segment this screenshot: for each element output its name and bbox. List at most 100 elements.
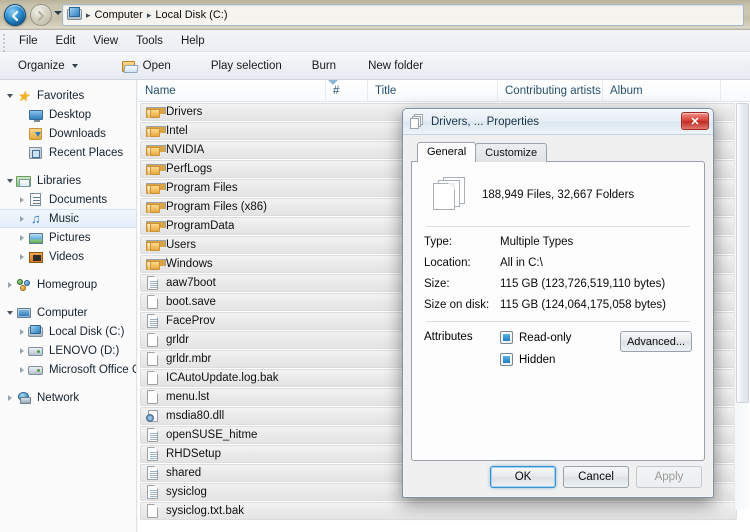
sidebar-item-microsoft-office-click[interactable]: Microsoft Office Clic (0, 360, 136, 379)
blank-file-icon (145, 370, 161, 386)
scrollbar-thumb[interactable] (736, 103, 749, 403)
expander-icon[interactable] (16, 366, 28, 373)
sidebar-item-label: Videos (49, 250, 84, 263)
ok-button[interactable]: OK (490, 466, 556, 488)
expander-icon[interactable] (16, 347, 28, 354)
dialog-title: Drivers, ... Properties (431, 115, 539, 128)
sidebar-group-label: Computer (37, 306, 88, 319)
new-folder-button[interactable]: New folder (360, 56, 431, 76)
play-selection-button[interactable]: Play selection (203, 56, 290, 76)
column-header-name[interactable]: Name (138, 80, 326, 102)
text-file-icon (145, 484, 161, 500)
libraries-icon (16, 173, 32, 189)
folder-icon (145, 161, 166, 177)
expander-icon[interactable] (16, 328, 28, 335)
attribute-hidden[interactable]: Hidden (500, 353, 692, 366)
menu-item-view[interactable]: View (84, 32, 127, 50)
breadcrumb-item-local-disk[interactable]: Local Disk (C:) (152, 8, 230, 22)
expander-icon[interactable] (4, 281, 16, 288)
expander-icon[interactable] (4, 93, 16, 98)
sidebar-item-downloads[interactable]: Downloads (0, 124, 136, 143)
open-button[interactable]: Open (114, 55, 179, 77)
properties-summary: 188,949 Files, 32,667 Folders (424, 174, 692, 216)
menu-item-help[interactable]: Help (172, 32, 214, 50)
sidebar-group-homegroup[interactable]: Homegroup (0, 275, 136, 294)
sidebar-item-lenovo-d[interactable]: LENOVO (D:) (0, 341, 136, 360)
back-arrow-icon[interactable] (4, 4, 26, 26)
sidebar-item-music[interactable]: ♫ Music (0, 209, 136, 228)
music-library-icon: ♫ (31, 210, 41, 226)
organize-button[interactable]: Organize (10, 56, 86, 76)
menu-item-tools[interactable]: Tools (127, 32, 172, 50)
expander-icon[interactable] (16, 196, 28, 203)
advanced-button[interactable]: Advanced... (620, 331, 692, 352)
file-name: ICAutoUpdate.log.bak (166, 372, 279, 384)
blank-file-icon (145, 294, 161, 310)
sidebar-group-network[interactable]: Network (0, 388, 136, 407)
properties-dialog[interactable]: Drivers, ... Properties ✕ General Custom… (402, 108, 714, 498)
expander-icon[interactable] (16, 215, 28, 222)
expander-icon[interactable] (4, 394, 16, 401)
sidebar-item-videos[interactable]: Videos (0, 247, 136, 266)
breadcrumb-item-computer[interactable]: Computer (92, 8, 146, 22)
file-name: sysiclog (166, 486, 207, 498)
downloads-folder-icon (28, 126, 44, 142)
file-name: Users (166, 239, 197, 251)
sidebar-item-label: Downloads (49, 127, 106, 140)
file-name: Intel (166, 125, 188, 137)
homegroup-icon (16, 277, 32, 293)
navigation-pane[interactable]: ★ Favorites Desktop Downloads Recent Pla… (0, 80, 137, 532)
property-value: 115 GB (123,726,519,110 bytes) (500, 278, 666, 290)
column-header-title[interactable]: Title (368, 80, 498, 102)
file-name: ProgramData (166, 220, 235, 232)
menu-grip-icon (3, 34, 6, 52)
sidebar-item-documents[interactable]: Documents (0, 190, 136, 209)
hidden-checkbox[interactable] (500, 353, 513, 366)
expander-icon[interactable] (4, 310, 16, 315)
file-row[interactable]: sysiclog.txt.bak (140, 502, 737, 520)
file-name: Program Files (x86) (166, 201, 267, 213)
chevron-down-icon (71, 63, 78, 68)
tab-customize[interactable]: Customize (475, 143, 548, 162)
column-header-contributing-artists[interactable]: Contributing artists (498, 80, 603, 102)
sidebar-item-label: Documents (49, 193, 108, 206)
sidebar-group-libraries[interactable]: Libraries (0, 171, 136, 190)
attributes-label: Attributes (424, 331, 473, 343)
property-label: Type: (424, 236, 453, 248)
sidebar-group-favorites[interactable]: ★ Favorites (0, 86, 136, 105)
tab-general[interactable]: General (417, 142, 477, 162)
burn-button[interactable]: Burn (304, 56, 344, 76)
menu-item-edit[interactable]: Edit (47, 32, 85, 50)
property-size-on-disk: Size on disk: 115 GB (124,064,175,058 by… (424, 299, 692, 311)
forward-arrow-icon[interactable] (30, 4, 52, 26)
attributes-section: Attributes Read-only Hidden Advanced... (424, 331, 692, 375)
vertical-scrollbar[interactable] (734, 103, 749, 510)
property-value: All in C:\ (500, 257, 543, 269)
sidebar-item-local-disk-c[interactable]: Local Disk (C:) (0, 322, 136, 341)
documents-library-icon (28, 192, 44, 208)
column-header-album[interactable]: Album (603, 80, 721, 102)
expander-icon[interactable] (16, 234, 28, 241)
address-bar[interactable]: ▸ Computer ▸ Local Disk (C:) (62, 4, 744, 26)
expander-icon[interactable] (16, 253, 28, 260)
videos-library-icon (28, 249, 44, 265)
file-name: Drivers (166, 106, 203, 118)
chevron-down-icon[interactable] (54, 11, 62, 15)
cancel-button[interactable]: Cancel (563, 466, 629, 488)
apply-button[interactable]: Apply (636, 466, 702, 488)
sidebar-group-label: Libraries (37, 174, 82, 187)
sidebar-group-computer[interactable]: Computer (0, 303, 136, 322)
sidebar-item-recent-places[interactable]: Recent Places (0, 143, 136, 162)
folder-icon (145, 142, 166, 158)
sidebar-item-desktop[interactable]: Desktop (0, 105, 136, 124)
menu-item-file[interactable]: File (10, 32, 47, 50)
property-label: Size on disk: (424, 299, 490, 311)
read-only-checkbox[interactable] (500, 331, 513, 344)
close-icon[interactable]: ✕ (681, 112, 709, 130)
recent-places-icon (28, 145, 44, 161)
sidebar-item-pictures[interactable]: Pictures (0, 228, 136, 247)
expander-icon[interactable] (4, 178, 16, 183)
sidebar-item-label: Pictures (49, 231, 91, 244)
sidebar-item-label: Local Disk (C:) (49, 325, 125, 338)
blank-file-icon (145, 389, 161, 405)
